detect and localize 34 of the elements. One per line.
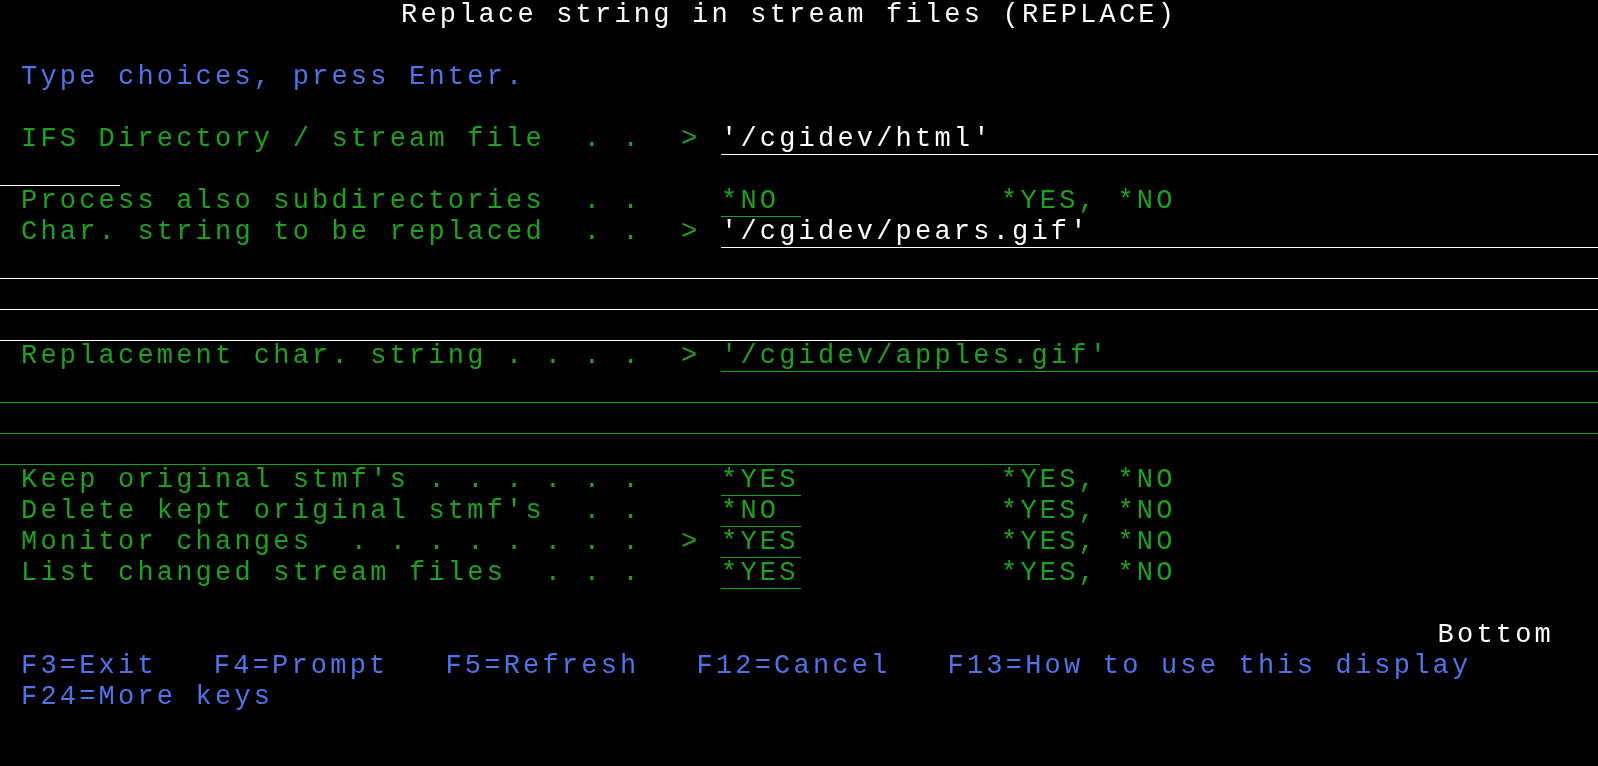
- parameter-label: Delete kept original stmf's . .: [21, 498, 643, 525]
- parameter-label: Char. string to be replaced . .: [21, 219, 643, 246]
- input-field[interactable]: *YES: [721, 527, 801, 558]
- more-indicator: Bottom: [1437, 622, 1554, 649]
- input-field[interactable]: '/cgidev/html': [721, 124, 1598, 155]
- function-key[interactable]: F5=Refresh: [445, 653, 640, 680]
- function-key[interactable]: F3=Exit: [21, 653, 157, 680]
- instruction-text: Type choices, press Enter.: [21, 64, 526, 91]
- allowed-values: *YES, *NO: [1001, 467, 1176, 494]
- prompt-marker: >: [681, 126, 701, 153]
- function-key[interactable]: F13=How to use this display: [947, 653, 1472, 680]
- allowed-values: *YES, *NO: [1001, 498, 1176, 525]
- input-field[interactable]: '/cgidev/pears.gif': [721, 217, 1598, 248]
- parameter-label: Keep original stmf's . . . . . .: [21, 467, 643, 494]
- parameter-label: Monitor changes . . . . . . . .: [21, 529, 643, 556]
- function-key[interactable]: F4=Prompt: [213, 653, 389, 680]
- input-field[interactable]: *NO: [721, 186, 801, 217]
- input-field[interactable]: *YES: [721, 465, 801, 496]
- prompt-marker: >: [681, 343, 701, 370]
- prompt-marker: >: [681, 529, 701, 556]
- allowed-values: *YES, *NO: [1001, 529, 1176, 556]
- prompt-marker: >: [681, 219, 701, 246]
- input-field[interactable]: *NO: [721, 496, 801, 527]
- parameter-label: IFS Directory / stream file . .: [21, 126, 643, 153]
- allowed-values: *YES, *NO: [1001, 188, 1176, 215]
- parameter-label: List changed stream files . . .: [21, 560, 643, 587]
- parameter-label: Process also subdirectories . .: [21, 188, 643, 215]
- input-field[interactable]: '/cgidev/apples.gif': [721, 341, 1598, 372]
- allowed-values: *YES, *NO: [1001, 560, 1176, 587]
- screen-title: Replace string in stream files (REPLACE): [401, 2, 1178, 29]
- parameter-label: Replacement char. string . . . .: [21, 343, 643, 370]
- function-key[interactable]: F24=More keys: [21, 684, 274, 711]
- input-field[interactable]: *YES: [721, 558, 801, 589]
- function-key[interactable]: F12=Cancel: [696, 653, 891, 680]
